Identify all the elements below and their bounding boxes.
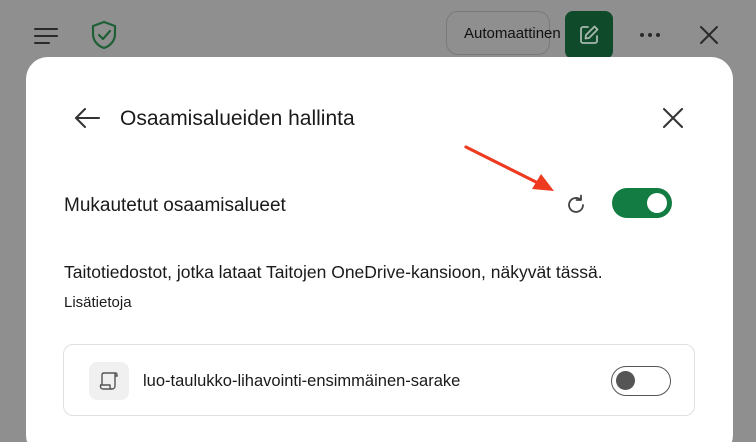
learn-more-link[interactable]: Lisätietoja xyxy=(64,294,132,311)
more-ellipsis-icon xyxy=(640,33,660,37)
close-icon xyxy=(700,26,718,44)
back-button[interactable] xyxy=(72,103,102,133)
custom-skills-toggle[interactable] xyxy=(612,188,672,218)
skill-item: luo-taulukko-lihavointi-ensimmäinen-sara… xyxy=(63,344,695,416)
refresh-icon xyxy=(568,194,584,213)
manage-skills-dialog: Osaamisalueiden hallinta Mukautetut osaa… xyxy=(26,57,733,442)
window-close-button[interactable] xyxy=(694,20,724,50)
compose-button[interactable] xyxy=(565,11,613,59)
dialog-title: Osaamisalueiden hallinta xyxy=(120,107,355,130)
close-icon xyxy=(663,108,683,128)
toggle-knob xyxy=(616,371,635,390)
skill-toggle[interactable] xyxy=(611,366,671,396)
dialog-close-button[interactable] xyxy=(658,103,688,133)
compose-edit-icon xyxy=(580,25,599,44)
more-options-button[interactable] xyxy=(634,20,666,50)
skill-name: luo-taulukko-lihavointi-ensimmäinen-sara… xyxy=(143,372,461,390)
scroll-document-icon xyxy=(89,362,129,400)
mode-selector-button[interactable]: Automaattinen xyxy=(446,11,561,55)
skills-description: Taitotiedostot, jotka lataat Taitojen On… xyxy=(64,262,603,282)
toggle-knob xyxy=(647,193,667,213)
mode-label: Automaattinen xyxy=(464,24,561,42)
custom-skills-label: Mukautetut osaamisalueet xyxy=(64,195,286,216)
refresh-button[interactable] xyxy=(562,191,590,219)
hamburger-menu-icon[interactable] xyxy=(30,20,62,52)
arrow-left-icon xyxy=(75,108,100,128)
shield-check-icon[interactable] xyxy=(88,18,120,52)
